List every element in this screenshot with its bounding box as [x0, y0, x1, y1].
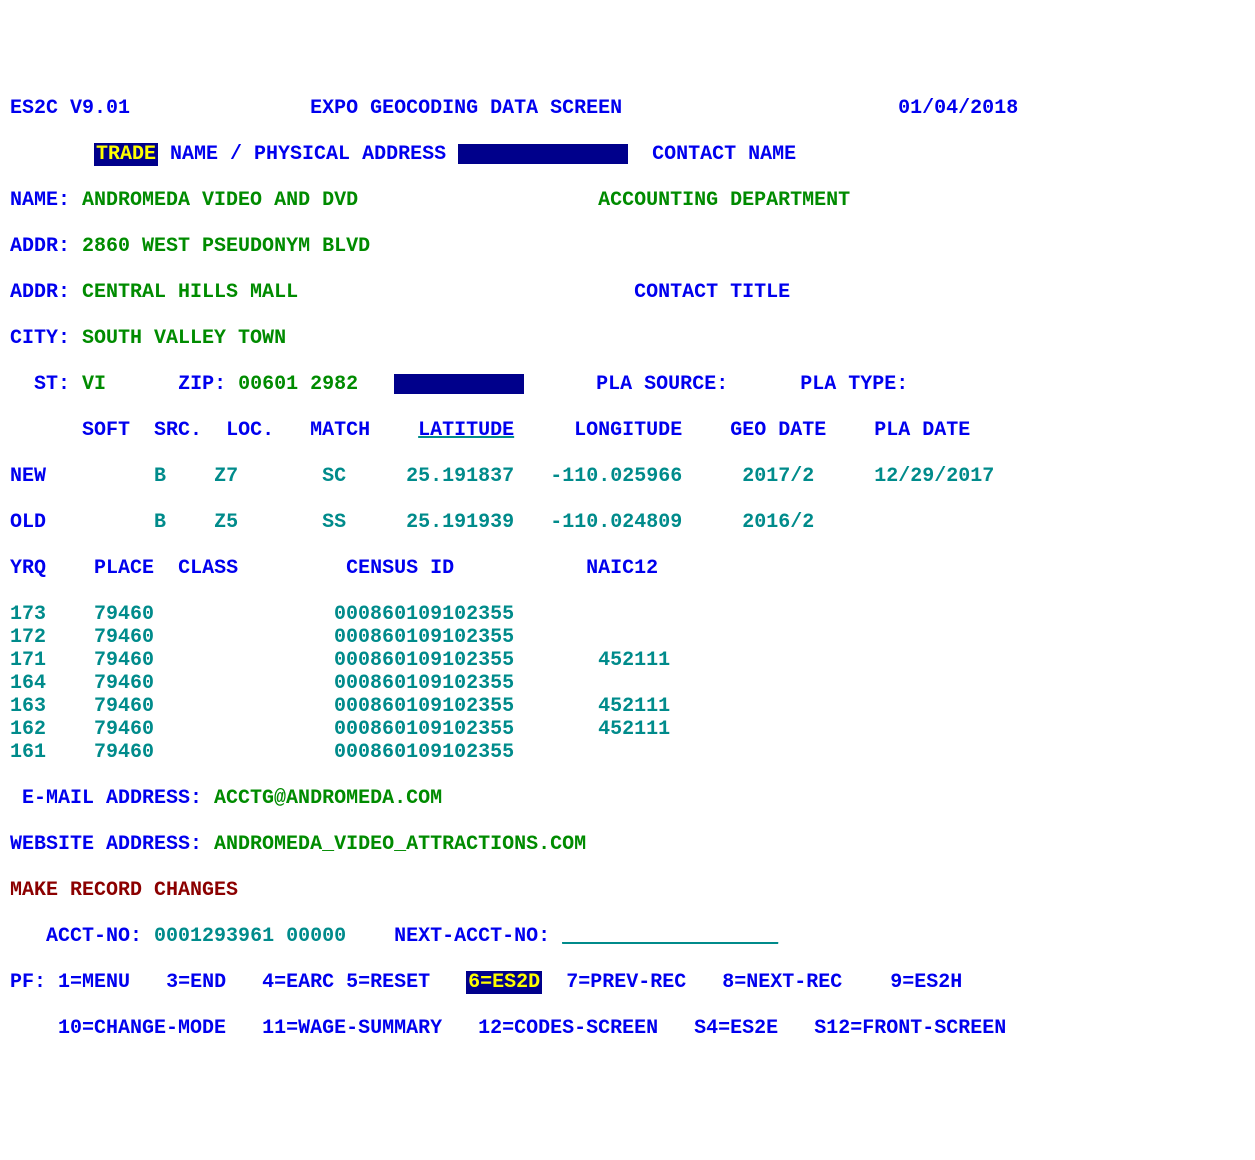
old-src: Z5: [214, 511, 238, 534]
pf-5[interactable]: 5=RESET: [346, 971, 430, 994]
pf-4[interactable]: 4=EARC: [262, 971, 334, 994]
redacted-block-2: X: [394, 374, 524, 394]
next-acct-label: NEXT-ACCT-NO:: [394, 925, 550, 948]
new-match: SC: [322, 465, 346, 488]
new-pla-date: 12/29/2017: [874, 465, 994, 488]
hdr-soft: SOFT: [82, 419, 130, 442]
hdr-longitude: LONGITUDE: [574, 419, 682, 442]
pf-3[interactable]: 3=END: [166, 971, 226, 994]
pf-12[interactable]: 12=CODES-SCREEN: [478, 1017, 658, 1040]
pf-8[interactable]: 8=NEXT-REC: [722, 971, 842, 994]
next-acct-input[interactable]: ____________ _____: [562, 925, 778, 948]
hdr-naic: NAIC12: [586, 557, 658, 580]
hdr-match: MATCH: [310, 419, 370, 442]
hdr-pla-date: PLA DATE: [874, 419, 970, 442]
pf-6[interactable]: 6=ES2D: [466, 971, 542, 994]
pf-prefix: PF:: [10, 971, 46, 994]
old-lat: 25.191939: [406, 511, 514, 534]
name-addr-label: NAME / PHYSICAL ADDRESS: [158, 143, 458, 166]
hdr-geo-date: GEO DATE: [730, 419, 826, 442]
hdr-place: PLACE: [94, 557, 154, 580]
yrq-row: 173 79460 000860109102355: [10, 603, 1245, 626]
contact-title-label: CONTACT TITLE: [634, 281, 790, 304]
pf-s12[interactable]: S12=FRONT-SCREEN: [814, 1017, 1006, 1040]
hdr-latitude: LATITUDE: [418, 419, 514, 442]
old-label: OLD: [10, 511, 46, 534]
contact-name-label: CONTACT NAME: [652, 143, 796, 166]
pf-1[interactable]: 1=MENU: [58, 971, 130, 994]
old-match: SS: [322, 511, 346, 534]
name-label: NAME:: [10, 189, 70, 212]
pf-11[interactable]: 11=WAGE-SUMMARY: [262, 1017, 442, 1040]
redacted-block-1: X: [458, 144, 628, 164]
name-value[interactable]: ANDROMEDA VIDEO AND DVD: [82, 189, 358, 212]
contact-dept[interactable]: ACCOUNTING DEPARTMENT: [598, 189, 850, 212]
addr1-value[interactable]: 2860 WEST PSEUDONYM BLVD: [82, 235, 370, 258]
hdr-census: CENSUS ID: [346, 557, 454, 580]
screen-id: ES2C V9.01: [10, 97, 130, 120]
website-label: WEBSITE ADDRESS:: [10, 833, 202, 856]
zip-value[interactable]: 00601 2982: [238, 373, 358, 396]
addr1-label: ADDR:: [10, 235, 70, 258]
new-geo-date: 2017/2: [742, 465, 814, 488]
hdr-class: CLASS: [178, 557, 238, 580]
yrq-row: 161 79460 000860109102355: [10, 741, 1245, 764]
hdr-src: SRC.: [154, 419, 202, 442]
new-lon: -110.025966: [550, 465, 682, 488]
zip-label: ZIP:: [178, 373, 226, 396]
st-value[interactable]: VI: [82, 373, 106, 396]
new-soft: B: [154, 465, 166, 488]
pf-s4[interactable]: S4=ES2E: [694, 1017, 778, 1040]
screen-date: 01/04/2018: [898, 97, 1018, 120]
pf-10[interactable]: 10=CHANGE-MODE: [58, 1017, 226, 1040]
make-record-changes: MAKE RECORD CHANGES: [10, 879, 238, 902]
new-src: Z7: [214, 465, 238, 488]
old-geo-date: 2016/2: [742, 511, 814, 534]
yrq-row: 164 79460 000860109102355: [10, 672, 1245, 695]
email-value[interactable]: ACCTG@ANDROMEDA.COM: [214, 787, 442, 810]
pla-source-label: PLA SOURCE:: [596, 373, 728, 396]
screen-title: EXPO GEOCODING DATA SCREEN: [310, 97, 622, 120]
pf-9[interactable]: 9=ES2H: [890, 971, 962, 994]
hdr-loc: LOC.: [226, 419, 274, 442]
yrq-row: 171 79460 000860109102355 452111: [10, 649, 1245, 672]
website-value[interactable]: ANDROMEDA_VIDEO_ATTRACTIONS.COM: [214, 833, 586, 856]
email-label: E-MAIL ADDRESS:: [10, 787, 202, 810]
old-lon: -110.024809: [550, 511, 682, 534]
addr2-label: ADDR:: [10, 281, 70, 304]
yrq-row: 162 79460 000860109102355 452111: [10, 718, 1245, 741]
trade-label: TRADE: [94, 143, 158, 166]
st-label: ST:: [34, 373, 70, 396]
new-label: NEW: [10, 465, 46, 488]
pf-7[interactable]: 7=PREV-REC: [566, 971, 686, 994]
addr2-value[interactable]: CENTRAL HILLS MALL: [82, 281, 298, 304]
pla-type-label: PLA TYPE:: [800, 373, 908, 396]
yrq-row: 172 79460 000860109102355: [10, 626, 1245, 649]
acct-no-value: 0001293961 00000: [154, 925, 346, 948]
new-lat: 25.191837: [406, 465, 514, 488]
hdr-yrq: YRQ: [10, 557, 46, 580]
old-soft: B: [154, 511, 166, 534]
yrq-row: 163 79460 000860109102355 452111: [10, 695, 1245, 718]
city-value[interactable]: SOUTH VALLEY TOWN: [82, 327, 286, 350]
city-label: CITY:: [10, 327, 70, 350]
acct-no-label: ACCT-NO:: [46, 925, 142, 948]
